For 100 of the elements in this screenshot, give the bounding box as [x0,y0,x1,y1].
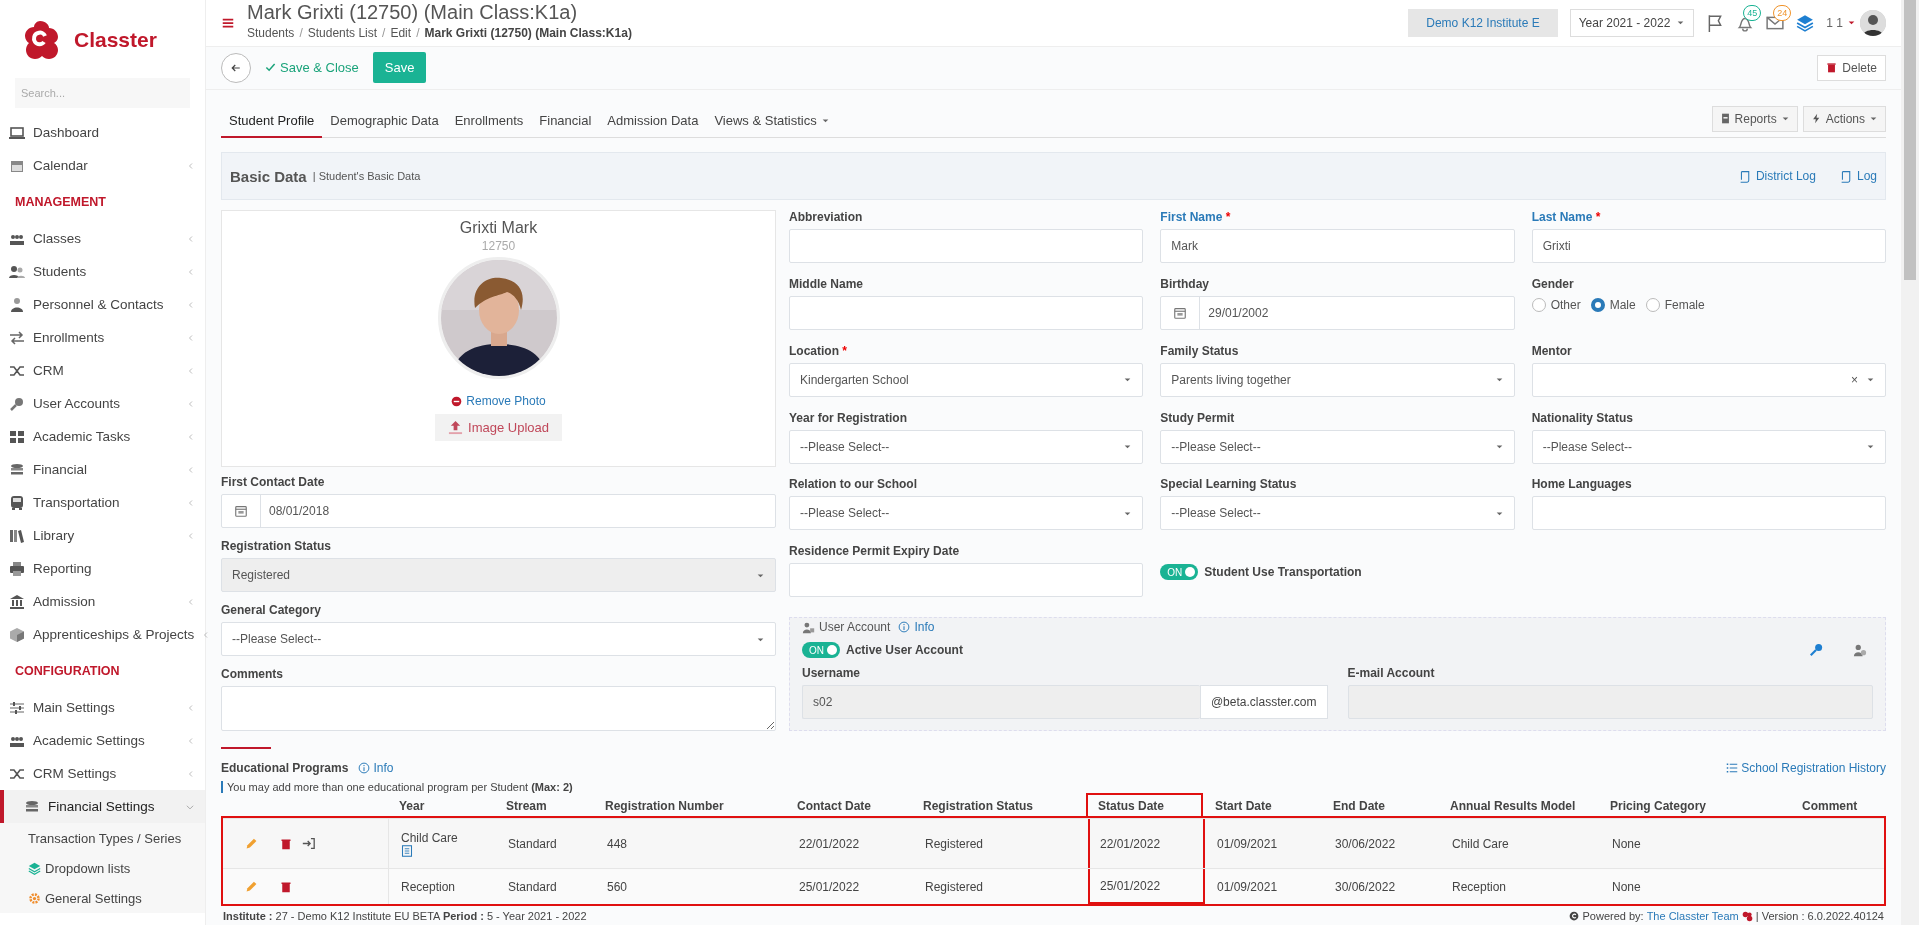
select-field[interactable]: --Please Select-- [1160,429,1515,464]
sidebar-item[interactable]: Financial [0,453,205,486]
reports-dropdown[interactable]: Reports [1711,105,1798,132]
institute-button[interactable]: Demo K12 Institute E [1408,8,1558,37]
search-field[interactable]: Search... [15,78,190,108]
coins-icon [9,461,25,478]
submenu-item[interactable]: Dropdown lists [0,853,205,883]
log-link[interactable]: District Log [1738,169,1816,183]
select-field[interactable]: --Please Select-- [1160,496,1515,531]
back-button[interactable] [221,52,251,83]
scrollbar[interactable] [1901,0,1919,925]
log-link[interactable]: Log [1839,169,1877,183]
text-field[interactable] [1531,496,1886,531]
remove-photo-link[interactable]: Remove Photo [451,394,546,408]
chevron-left-icon [187,267,195,276]
logo-text: Classter [74,28,157,52]
person-icon [9,296,25,313]
select-field[interactable]: --Please Select-- [1531,429,1886,464]
sidebar-item[interactable]: Admission [0,585,205,618]
breadcrumb-link[interactable]: Edit [390,26,412,41]
chevron-left-icon [187,432,195,441]
sidebar-item[interactable]: CRM [0,354,205,387]
actions-dropdown[interactable]: Actions [1802,105,1886,132]
sidebar-item[interactable]: Transportation [0,486,205,519]
breadcrumb-link[interactable]: Students [247,26,295,41]
table-cell-text: 22/01/2022 [1100,836,1162,851]
table-cell-text: Reception [401,879,457,894]
select-field[interactable]: --Please Select-- [789,496,1144,531]
select-field[interactable]: Kindergarten School [789,362,1144,397]
sidebar-item[interactable]: CRM Settings [0,757,205,790]
tab[interactable]: Student Profile [221,105,323,138]
breadcrumb-separator: / [382,26,386,41]
text-field[interactable] [789,563,1144,598]
tab[interactable]: Enrollments [446,105,532,138]
team-link[interactable]: The Classter Team [1646,910,1739,922]
monitor-icon [9,124,25,141]
sidebar-item[interactable]: Calendar [0,149,205,182]
table-cell-text: Registered [925,836,985,851]
table-cell-text: 01/09/2021 [1217,836,1279,851]
pencil-icon [245,837,258,850]
year-dropdown[interactable]: Year 2021 - 2022 [1569,8,1695,37]
chevron-left-icon [187,703,195,712]
info-link[interactable]: Info [898,620,935,635]
scroll-icon [1738,169,1752,183]
sidebar-item[interactable]: Students [0,255,205,288]
sidebar-item[interactable]: User Accounts [0,387,205,420]
select-field[interactable]: Parents living together [1160,362,1515,397]
flag-icon [1706,13,1725,32]
avatar-icon[interactable] [1860,9,1886,36]
sidebar-item[interactable]: Library [0,519,205,552]
field-label: General Category [221,603,323,617]
report-icon [1719,113,1731,124]
sidebar-item[interactable]: Financial Settings [0,790,205,823]
sidebar-item[interactable]: Academic Settings [0,724,205,757]
field-label: Abbreviation [789,210,864,224]
sidebar-item[interactable]: Main Settings [0,691,205,724]
info-link[interactable]: Info [358,761,394,775]
page-title: Mark Grixti (12750) (Main Class:K1a) [247,1,579,25]
select-field[interactable]: --Please Select-- [221,622,776,656]
radio-option[interactable]: Female [1645,297,1705,312]
submenu-item[interactable]: Transaction Types / Series [0,823,205,853]
username-field[interactable]: s02 [802,685,1200,720]
breadcrumb-link[interactable]: Students List [307,26,378,41]
delete-button[interactable]: Delete [1817,54,1886,81]
comments-field[interactable] [221,686,776,731]
sidebar-item[interactable]: Dashboard [0,116,205,149]
sidebar-item[interactable]: Personnel & Contacts [0,288,205,321]
tab[interactable]: Admission Data [599,105,707,138]
sidebar-item[interactable]: Enrollments [0,321,205,354]
sidebar-item[interactable]: Academic Tasks [0,420,205,453]
radio-option[interactable]: Male [1590,297,1636,312]
powered-by-label: Powered by: [1582,910,1644,922]
sidebar-item[interactable]: Apprenticeships & Projects [0,618,205,651]
history-link[interactable]: School Registration History [1726,761,1886,775]
scrollbar-thumb[interactable] [1904,0,1916,280]
text-field[interactable]: Mark [1160,229,1515,263]
tab[interactable]: Views & Statistics [706,105,838,138]
sidebar-item[interactable]: Reporting [0,552,205,585]
check-icon [265,62,276,74]
column-header: Pricing Category [1609,798,1708,815]
domain-addon: @beta.classter.com [1199,685,1328,720]
layers-icon [1796,13,1815,32]
date-field[interactable]: 08/01/2018 [221,494,776,528]
date-field[interactable]: 29/01/2002 [1160,295,1515,330]
user-name[interactable]: 1 1 [1826,15,1843,30]
select-field[interactable]: × [1531,362,1886,397]
column-header: Registration Status [922,798,1034,815]
text-field[interactable] [789,295,1144,330]
radio-option[interactable]: Other [1531,297,1581,312]
text-field[interactable] [789,229,1144,263]
image-upload-button[interactable]: Image Upload [435,414,562,441]
student-id: 12750 [481,239,516,253]
sidebar-item[interactable]: Classes [0,222,205,255]
tab[interactable]: Demographic Data [322,105,447,138]
scroll-icon [1839,169,1853,183]
text-field[interactable]: Grixti [1531,229,1886,263]
calendar-icon [234,504,248,518]
submenu-item[interactable]: General Settings [0,883,205,913]
tab[interactable]: Financial [531,105,600,138]
select-field[interactable]: --Please Select-- [789,429,1144,464]
